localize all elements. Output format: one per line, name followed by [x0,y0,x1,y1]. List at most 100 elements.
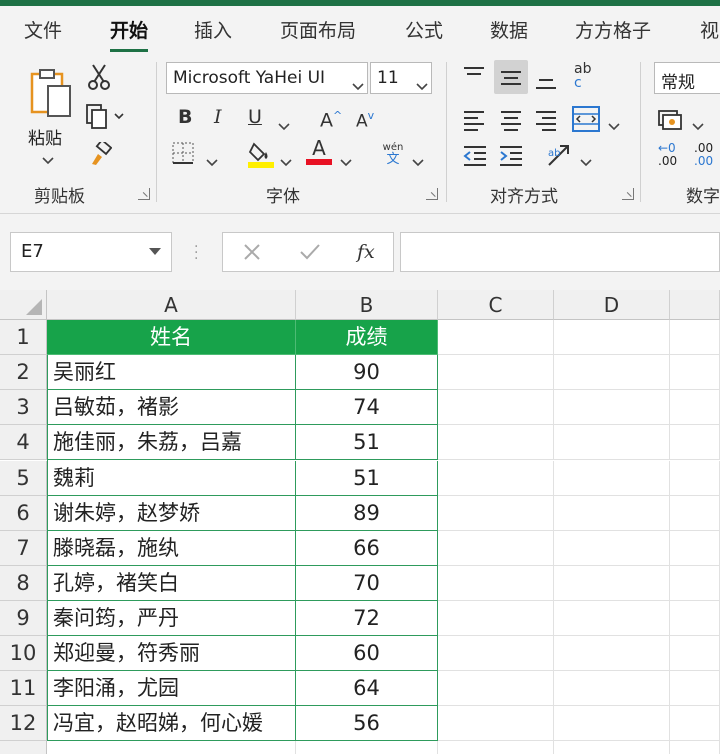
row-header[interactable]: 7 [0,531,47,566]
name-cell[interactable]: 吴丽红 [47,355,296,390]
align-left-icon[interactable] [462,108,486,132]
row-header[interactable]: 4 [0,425,47,460]
row-header[interactable]: 9 [0,601,47,636]
grid-cell[interactable] [438,355,554,390]
italic-icon[interactable]: I [214,108,222,127]
row-header[interactable]: 10 [0,636,47,671]
grid-cell[interactable] [554,601,670,636]
grid-cell[interactable] [296,741,438,754]
tab-page-layout[interactable]: 页面布局 [280,16,356,43]
name-cell[interactable]: 冯宜，赵昭娣，何心媛 [47,706,296,741]
table-header-score[interactable]: 成绩 [296,320,438,355]
grid-cell[interactable] [670,706,720,741]
name-cell[interactable]: 秦问筠，严丹 [47,601,296,636]
row-header[interactable]: 11 [0,671,47,706]
cut-icon[interactable] [88,64,110,90]
font-launcher-icon[interactable] [426,188,438,200]
number-format-select[interactable]: 常规 [654,62,720,94]
name-box[interactable]: E7 [10,232,172,272]
name-cell[interactable]: 李阳涌，尤园 [47,671,296,706]
clipboard-launcher-icon[interactable] [138,188,150,200]
grid-cell[interactable] [438,741,554,754]
grid-cell[interactable] [438,390,554,425]
chevron-down-icon[interactable] [206,152,218,171]
select-all-corner[interactable] [0,290,47,320]
chevron-down-icon[interactable] [340,152,352,171]
grow-font-icon[interactable]: A^ [320,110,342,130]
insert-function-icon[interactable]: fx [357,241,375,263]
grid-cell[interactable] [438,636,554,671]
font-name-select[interactable]: Microsoft YaHei UI [166,62,368,94]
copy-icon[interactable] [86,104,126,130]
align-right-icon[interactable] [534,108,558,132]
grid-cell[interactable] [438,320,554,355]
grid-cell[interactable] [670,320,720,355]
row-header[interactable] [0,741,47,754]
score-cell[interactable]: 51 [296,461,438,496]
column-header-a[interactable]: A [47,290,296,320]
grid-cell[interactable] [670,425,720,460]
grid-cell[interactable] [670,601,720,636]
enter-check-icon[interactable] [299,243,321,265]
grid-cell[interactable] [47,741,296,754]
column-header-c[interactable]: C [438,290,554,320]
row-header[interactable]: 8 [0,566,47,601]
tab-data[interactable]: 数据 [490,16,528,43]
chevron-down-icon[interactable] [692,116,704,135]
grid-cell[interactable] [554,461,670,496]
score-cell[interactable]: 60 [296,636,438,671]
decrease-indent-icon[interactable] [462,144,488,168]
grid-cell[interactable] [670,496,720,531]
score-cell[interactable]: 56 [296,706,438,741]
orientation-icon[interactable]: ab [546,142,574,168]
name-cell[interactable]: 吕敏茹，褚影 [47,390,296,425]
grid-cell[interactable] [554,706,670,741]
row-header[interactable]: 2 [0,355,47,390]
grid-cell[interactable] [670,531,720,566]
grid-cell[interactable] [554,741,670,754]
tab-formulas[interactable]: 公式 [405,16,443,43]
increase-indent-icon[interactable] [498,144,524,168]
bold-icon[interactable]: B [178,108,192,127]
grid-cell[interactable] [438,566,554,601]
score-cell[interactable]: 89 [296,496,438,531]
row-header[interactable]: 6 [0,496,47,531]
score-cell[interactable]: 64 [296,671,438,706]
wrap-text-icon[interactable]: ab c [574,62,591,90]
grid-cell[interactable] [554,566,670,601]
align-center-icon[interactable] [499,108,523,132]
grid-cell[interactable] [438,601,554,636]
column-header-b[interactable]: B [296,290,438,320]
tab-home[interactable]: 开始 [110,16,149,52]
fill-color-icon[interactable] [248,140,274,168]
merge-center-icon[interactable] [572,106,600,132]
chevron-down-icon[interactable] [580,152,592,171]
chevron-down-icon[interactable] [280,152,292,171]
grid-cell[interactable] [438,531,554,566]
chevron-down-icon[interactable] [608,116,620,135]
score-cell[interactable]: 66 [296,531,438,566]
row-header[interactable]: 12 [0,706,47,741]
increase-decimal-icon[interactable]: ←0.00 [658,142,677,168]
grid-cell[interactable] [438,671,554,706]
row-header[interactable]: 1 [0,320,47,355]
grid-cell[interactable] [670,390,720,425]
name-cell[interactable]: 施佳丽，朱荔，吕嘉 [47,425,296,460]
grid-cell[interactable] [670,741,720,754]
grid-cell[interactable] [554,320,670,355]
chevron-down-icon[interactable] [352,76,364,95]
splitter-handle[interactable]: · · · [194,240,198,266]
tab-fangfang[interactable]: 方方格子 [575,16,651,43]
shrink-font-icon[interactable]: Av [356,110,374,130]
table-header-name[interactable]: 姓名 [47,320,296,355]
alignment-launcher-icon[interactable] [622,188,634,200]
tab-insert[interactable]: 插入 [194,16,232,43]
column-header-e[interactable] [670,290,720,320]
underline-icon[interactable]: U [248,108,262,127]
grid-cell[interactable] [438,496,554,531]
grid-cell[interactable] [670,355,720,390]
paste-button[interactable]: 粘贴 [22,64,78,174]
tab-file[interactable]: 文件 [24,16,62,43]
score-cell[interactable]: 74 [296,390,438,425]
score-cell[interactable]: 72 [296,601,438,636]
